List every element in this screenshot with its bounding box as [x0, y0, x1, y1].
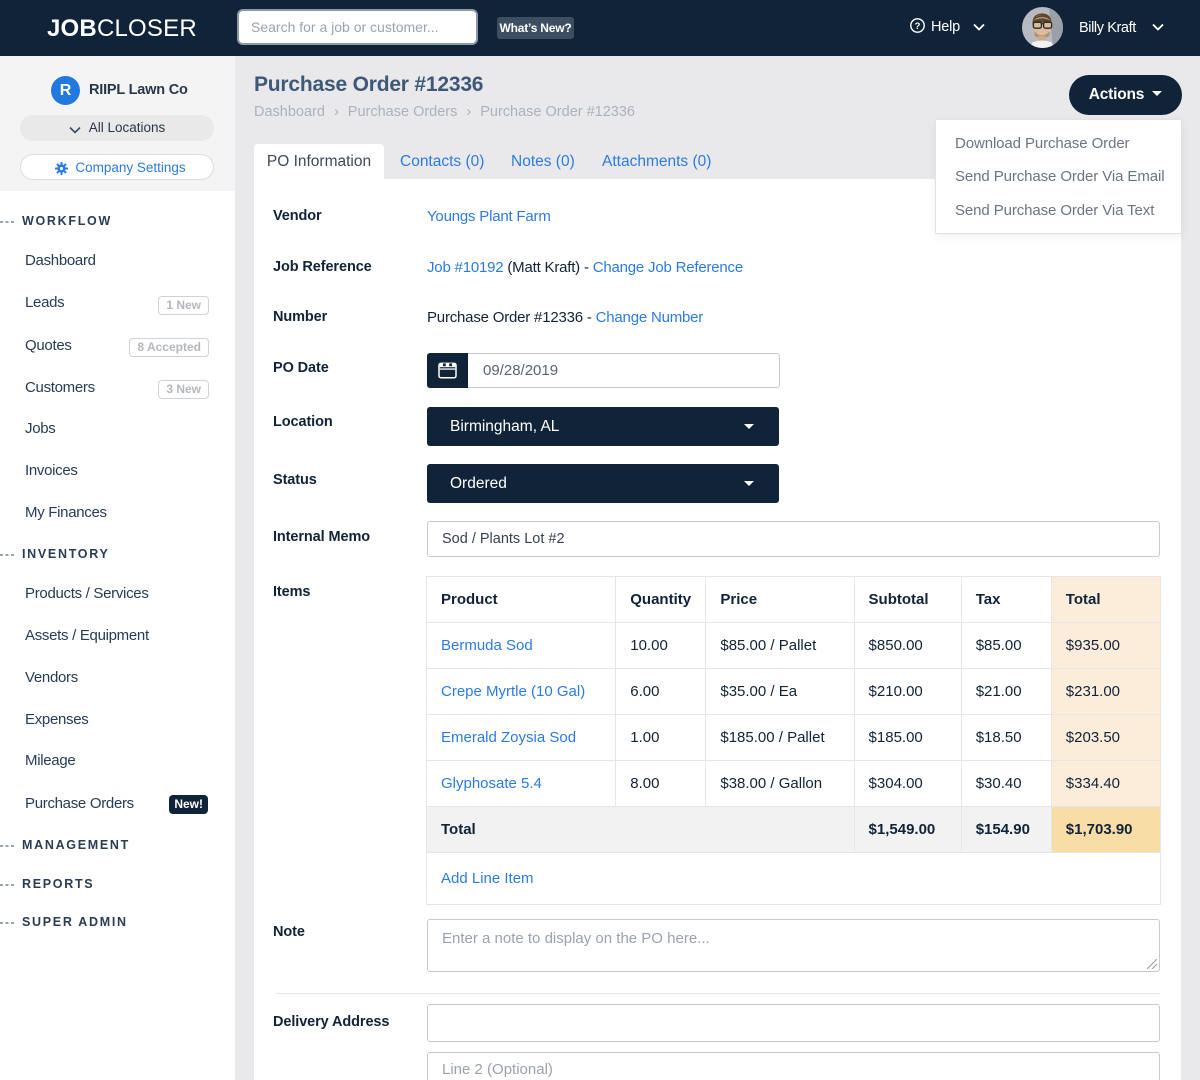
svg-text:?: ? — [915, 21, 921, 32]
